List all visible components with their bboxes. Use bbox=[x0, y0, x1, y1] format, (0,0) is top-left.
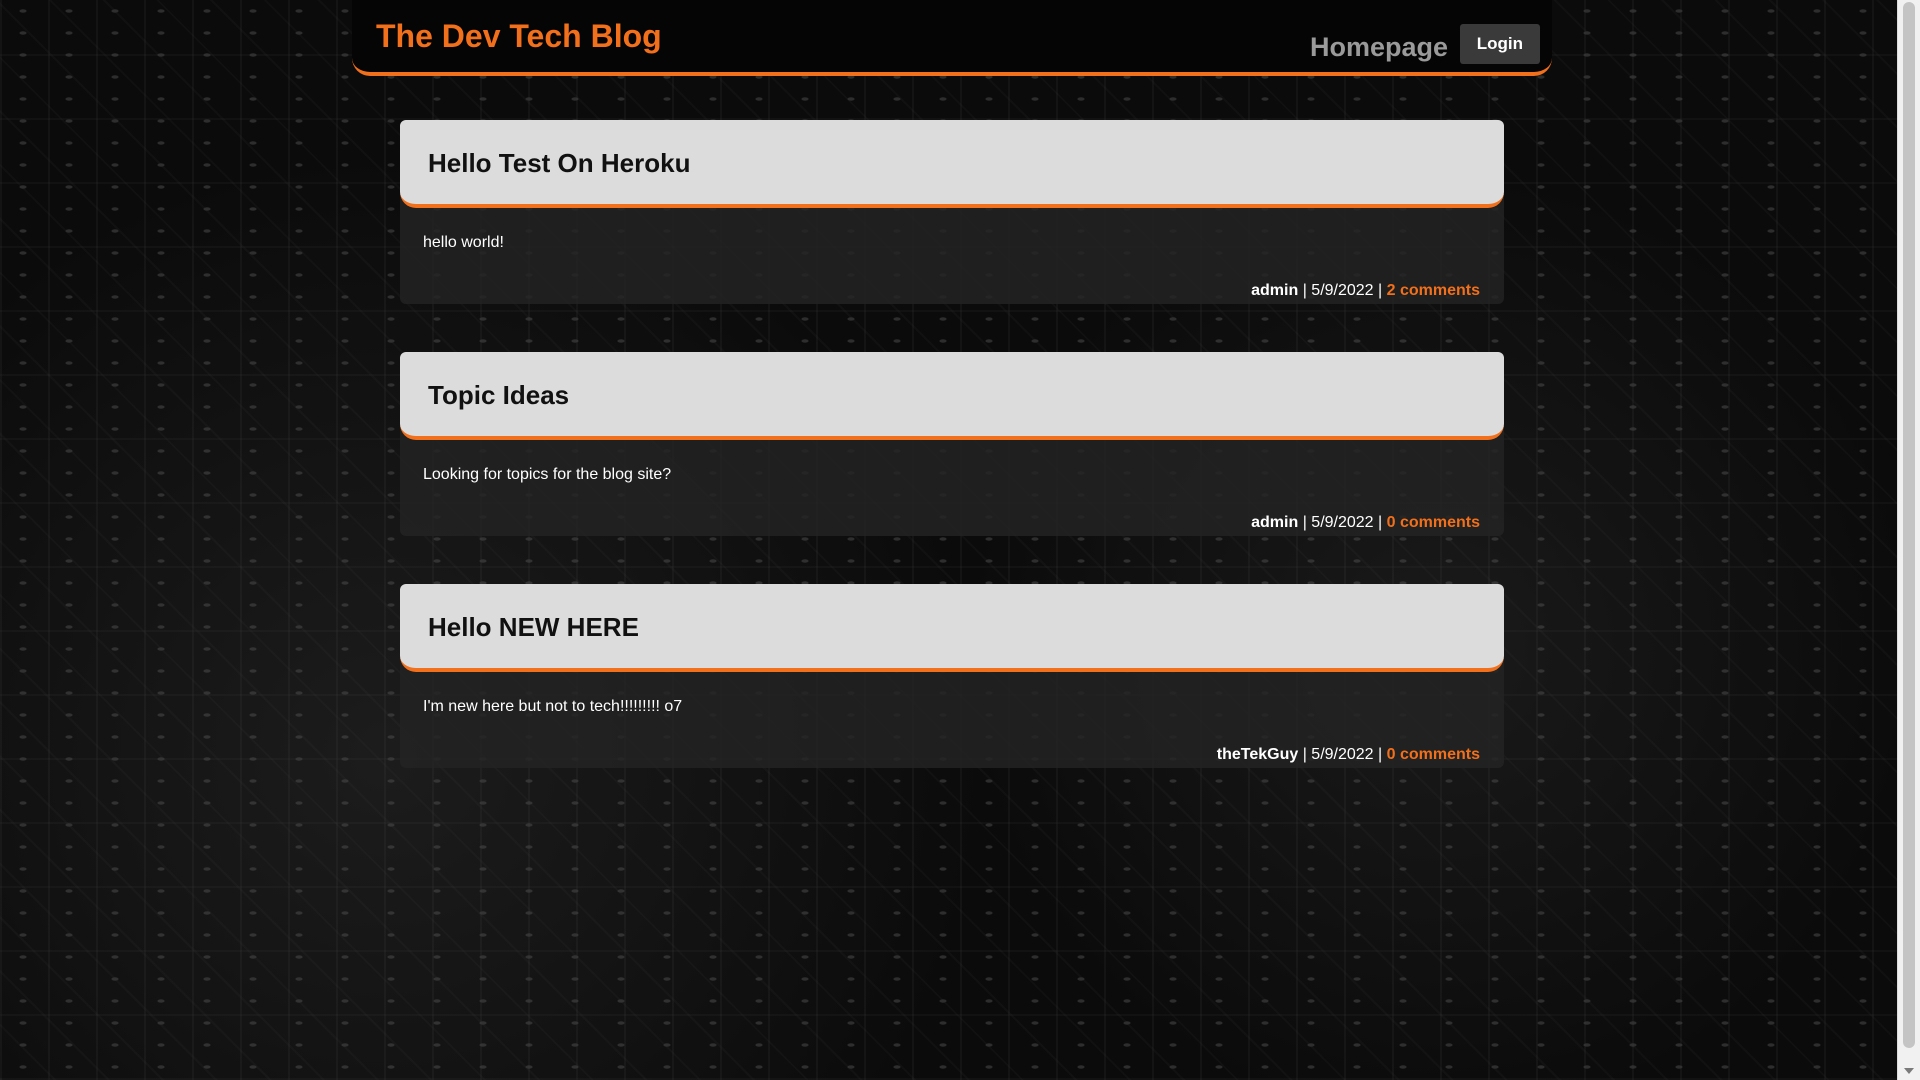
post-content: hello world! bbox=[423, 234, 504, 251]
scroll-down-arrow-icon[interactable] bbox=[1904, 1068, 1914, 1074]
post-author: theTekGuy bbox=[1216, 746, 1299, 763]
post-date: 5/9/2022 bbox=[1311, 514, 1374, 531]
post-card: Hello Test On Heroku hello world! admin … bbox=[400, 120, 1504, 304]
scrollbar-thumb[interactable] bbox=[1903, 2, 1915, 1048]
post-comments-link[interactable]: 0 comments bbox=[1387, 514, 1480, 531]
post-content: I'm new here but not to tech!!!!!!!!! o7 bbox=[423, 698, 683, 715]
post-comments-link[interactable]: 0 comments bbox=[1387, 746, 1480, 763]
post-date: 5/9/2022 bbox=[1311, 282, 1374, 299]
vertical-scrollbar[interactable] bbox=[1897, 0, 1920, 1080]
site-header: The Dev Tech Blog Homepage Login bbox=[352, 0, 1552, 76]
meta-separator: | bbox=[1373, 514, 1387, 531]
login-button[interactable]: Login bbox=[1459, 24, 1540, 64]
post-header[interactable]: Hello Test On Heroku bbox=[400, 120, 1504, 208]
post-list: Hello Test On Heroku hello world! admin … bbox=[400, 120, 1504, 816]
meta-separator: | bbox=[1373, 746, 1387, 763]
post-meta: admin | 5/9/2022 | 0 comments bbox=[1251, 514, 1480, 532]
post-title[interactable]: Hello NEW HERE bbox=[428, 612, 639, 643]
post-header[interactable]: Topic Ideas bbox=[400, 352, 1504, 440]
post-meta: theTekGuy | 5/9/2022 | 0 comments bbox=[1217, 746, 1480, 764]
meta-separator: | bbox=[1298, 514, 1312, 531]
post-comments-link[interactable]: 2 comments bbox=[1387, 282, 1480, 299]
post-body: hello world! admin | 5/9/2022 | 2 commen… bbox=[400, 208, 1504, 304]
post-body: I'm new here but not to tech!!!!!!!!! o7… bbox=[400, 672, 1504, 768]
post-content: Looking for topics for the blog site? bbox=[423, 466, 672, 483]
meta-separator: | bbox=[1373, 282, 1387, 299]
page: The Dev Tech Blog Homepage Login Hello T… bbox=[0, 0, 1898, 1080]
nav-homepage-link[interactable]: Homepage bbox=[1310, 32, 1448, 63]
meta-separator: | bbox=[1298, 746, 1312, 763]
post-title[interactable]: Hello Test On Heroku bbox=[428, 148, 690, 179]
post-body: Looking for topics for the blog site? ad… bbox=[400, 440, 1504, 536]
site-title[interactable]: The Dev Tech Blog bbox=[376, 18, 662, 55]
post-author: admin bbox=[1251, 514, 1299, 531]
post-header[interactable]: Hello NEW HERE bbox=[400, 584, 1504, 672]
post-meta: admin | 5/9/2022 | 2 comments bbox=[1251, 282, 1480, 300]
meta-separator: | bbox=[1298, 282, 1312, 299]
post-card: Topic Ideas Looking for topics for the b… bbox=[400, 352, 1504, 536]
post-card: Hello NEW HERE I'm new here but not to t… bbox=[400, 584, 1504, 768]
post-date: 5/9/2022 bbox=[1311, 746, 1374, 763]
post-title[interactable]: Topic Ideas bbox=[428, 380, 569, 411]
post-author: admin bbox=[1251, 282, 1299, 299]
